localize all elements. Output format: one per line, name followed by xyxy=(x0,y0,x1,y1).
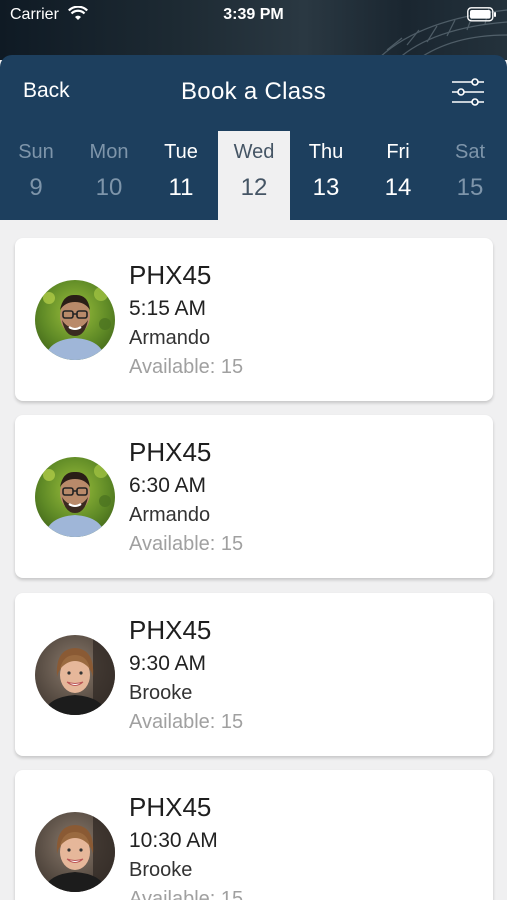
day-mon[interactable]: Mon 10 xyxy=(73,131,145,220)
day-tue[interactable]: Tue 11 xyxy=(145,131,217,220)
instructor-photo-armando xyxy=(35,280,115,360)
class-time: 9:30 AM xyxy=(129,652,207,675)
sliders-icon xyxy=(452,78,484,106)
day-name: Tue xyxy=(164,141,198,163)
day-name: Sat xyxy=(454,141,486,163)
avatar xyxy=(35,280,115,360)
class-instructor: Brooke xyxy=(129,859,193,881)
status-time: 3:39 PM xyxy=(223,6,284,23)
day-thu[interactable]: Thu 13 xyxy=(290,131,362,220)
back-button[interactable]: Back xyxy=(23,79,70,103)
class-name: PHX45 xyxy=(129,615,212,645)
class-availability: Available: 15 xyxy=(129,711,244,733)
instructor-photo-brooke xyxy=(35,635,115,715)
class-availability: Available: 15 xyxy=(129,533,244,555)
day-name: Wed xyxy=(233,141,275,163)
day-name: Fri xyxy=(386,141,410,163)
class-time: 6:30 AM xyxy=(129,474,207,497)
instructor-photo-brooke xyxy=(35,812,115,892)
day-name: Thu xyxy=(308,141,344,163)
day-name: Sun xyxy=(18,141,54,163)
class-availability: Available: 15 xyxy=(129,888,244,900)
class-card[interactable]: PHX45 5:15 AM Armando Available: 15 xyxy=(15,238,493,401)
class-availability: Available: 15 xyxy=(129,356,244,378)
day-fri[interactable]: Fri 14 xyxy=(362,131,434,220)
day-number: 10 xyxy=(95,174,123,201)
day-number: 14 xyxy=(384,174,412,201)
class-instructor: Armando xyxy=(129,504,211,526)
day-number: 9 xyxy=(29,174,43,201)
class-instructor: Brooke xyxy=(129,682,193,704)
page-title: Book a Class xyxy=(181,78,326,105)
battery-icon xyxy=(467,7,497,27)
day-number: 15 xyxy=(456,174,484,201)
day-wed[interactable]: Wed 12 xyxy=(218,131,290,220)
class-card[interactable]: PHX45 10:30 AM Brooke Available: 15 xyxy=(15,770,493,900)
instructor-photo-armando xyxy=(35,457,115,537)
day-name: Mon xyxy=(89,141,129,163)
filter-button[interactable] xyxy=(451,77,485,107)
day-sun[interactable]: Sun 9 xyxy=(0,131,72,220)
avatar xyxy=(35,812,115,892)
class-name: PHX45 xyxy=(129,792,212,822)
day-selector: Sun 9 Mon 10 Tue 11 Wed 12 Thu 13 Fri 14… xyxy=(0,131,507,220)
class-name: PHX45 xyxy=(129,260,212,290)
day-number: 11 xyxy=(168,174,194,201)
class-instructor: Armando xyxy=(129,327,211,349)
class-card[interactable]: PHX45 6:30 AM Armando Available: 15 xyxy=(15,415,493,578)
day-number: 13 xyxy=(312,174,340,201)
class-time: 5:15 AM xyxy=(129,297,207,320)
class-time: 10:30 AM xyxy=(129,829,218,852)
class-card[interactable]: PHX45 9:30 AM Brooke Available: 15 xyxy=(15,593,493,756)
header-panel: Back Book a Class Sun 9 Mon 10 Tue 11 We… xyxy=(0,55,507,220)
status-bar: Carrier 3:39 PM xyxy=(0,0,507,30)
day-number: 12 xyxy=(240,174,268,201)
avatar xyxy=(35,457,115,537)
avatar xyxy=(35,635,115,715)
day-sat[interactable]: Sat 15 xyxy=(434,131,506,220)
class-name: PHX45 xyxy=(129,437,212,467)
